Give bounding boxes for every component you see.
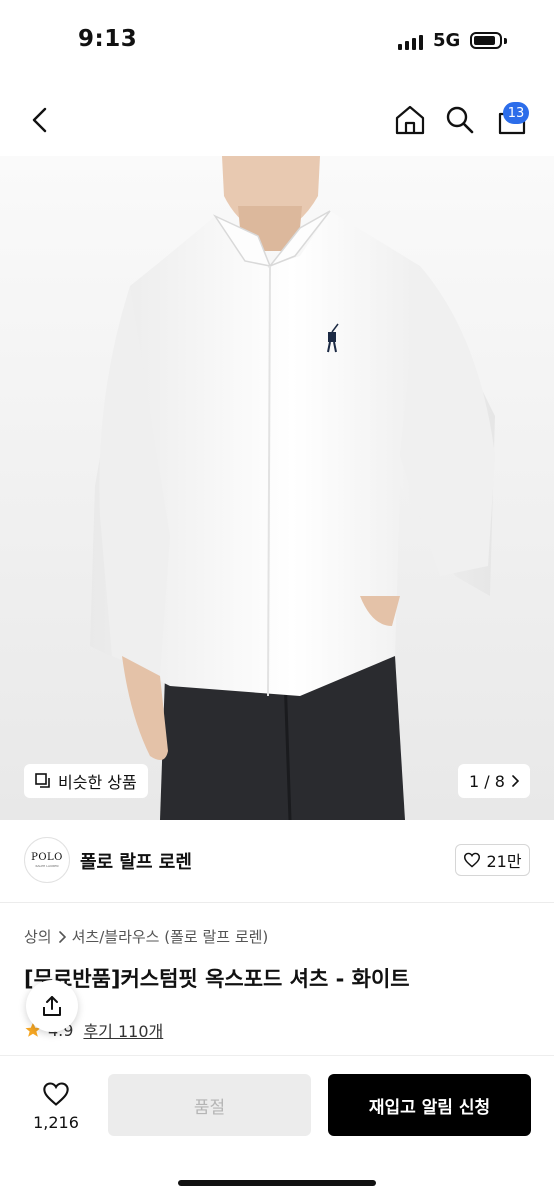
breadcrumb: 상의 셔츠/블라우스 (폴로 랄프 로렌) xyxy=(24,926,268,947)
breadcrumb-subcategory[interactable]: 셔츠/블라우스 (폴로 랄프 로렌) xyxy=(72,926,269,947)
status-time: 9:13 xyxy=(78,26,138,52)
heart-icon xyxy=(43,1081,69,1106)
product-image[interactable] xyxy=(0,156,554,820)
network-type: 5G xyxy=(433,30,461,51)
brand-logo[interactable]: POLO RALPH LAUREN xyxy=(24,837,70,883)
cart-count-badge: 13 xyxy=(503,102,529,124)
battery-icon xyxy=(470,32,502,49)
back-button[interactable] xyxy=(18,84,62,156)
top-nav xyxy=(0,84,554,156)
review-link[interactable]: 후기 110개 xyxy=(83,1018,163,1042)
soldout-button[interactable]: 품절 xyxy=(108,1074,311,1136)
home-indicator xyxy=(178,1180,376,1186)
search-button[interactable] xyxy=(438,84,482,156)
brand-name[interactable]: 폴로 랄프 로렌 xyxy=(80,848,192,874)
similar-products-label: 비슷한 상품 xyxy=(58,773,137,792)
image-page-indicator[interactable]: 1 / 8 xyxy=(458,764,530,798)
restock-alert-button[interactable]: 재입고 알림 신청 xyxy=(328,1074,531,1136)
brand-logo-text: POLO xyxy=(31,852,63,863)
similar-products-button[interactable]: 비슷한 상품 xyxy=(24,764,148,798)
back-chevron-icon xyxy=(32,107,47,133)
status-bar: 9:13 5G xyxy=(0,0,554,84)
battery-tip xyxy=(504,38,507,44)
share-icon xyxy=(43,996,61,1016)
wishlist-button[interactable]: 1,216 xyxy=(24,1074,88,1138)
home-button[interactable] xyxy=(388,84,432,156)
heart-icon xyxy=(464,852,481,868)
signal-icon xyxy=(398,34,423,50)
wishlist-count: 1,216 xyxy=(33,1112,79,1132)
brand-logo-subtext: RALPH LAUREN xyxy=(35,864,59,868)
product-photo xyxy=(0,156,554,820)
home-icon xyxy=(395,105,425,135)
brand-row: POLO RALPH LAUREN 폴로 랄프 로렌 21만 xyxy=(0,820,554,903)
brand-like-button[interactable]: 21만 xyxy=(455,844,530,876)
chevron-right-icon xyxy=(512,775,519,787)
product-title: [무료반품]커스텀핏 옥스포드 셔츠 - 화이트 xyxy=(24,967,410,991)
search-icon xyxy=(446,106,474,134)
chevron-right-icon xyxy=(58,930,66,943)
similar-icon xyxy=(35,773,50,788)
page-indicator-text: 1 / 8 xyxy=(469,771,505,791)
share-button[interactable] xyxy=(26,980,78,1032)
breadcrumb-category[interactable]: 상의 xyxy=(24,926,52,947)
brand-like-count: 21만 xyxy=(486,852,522,871)
